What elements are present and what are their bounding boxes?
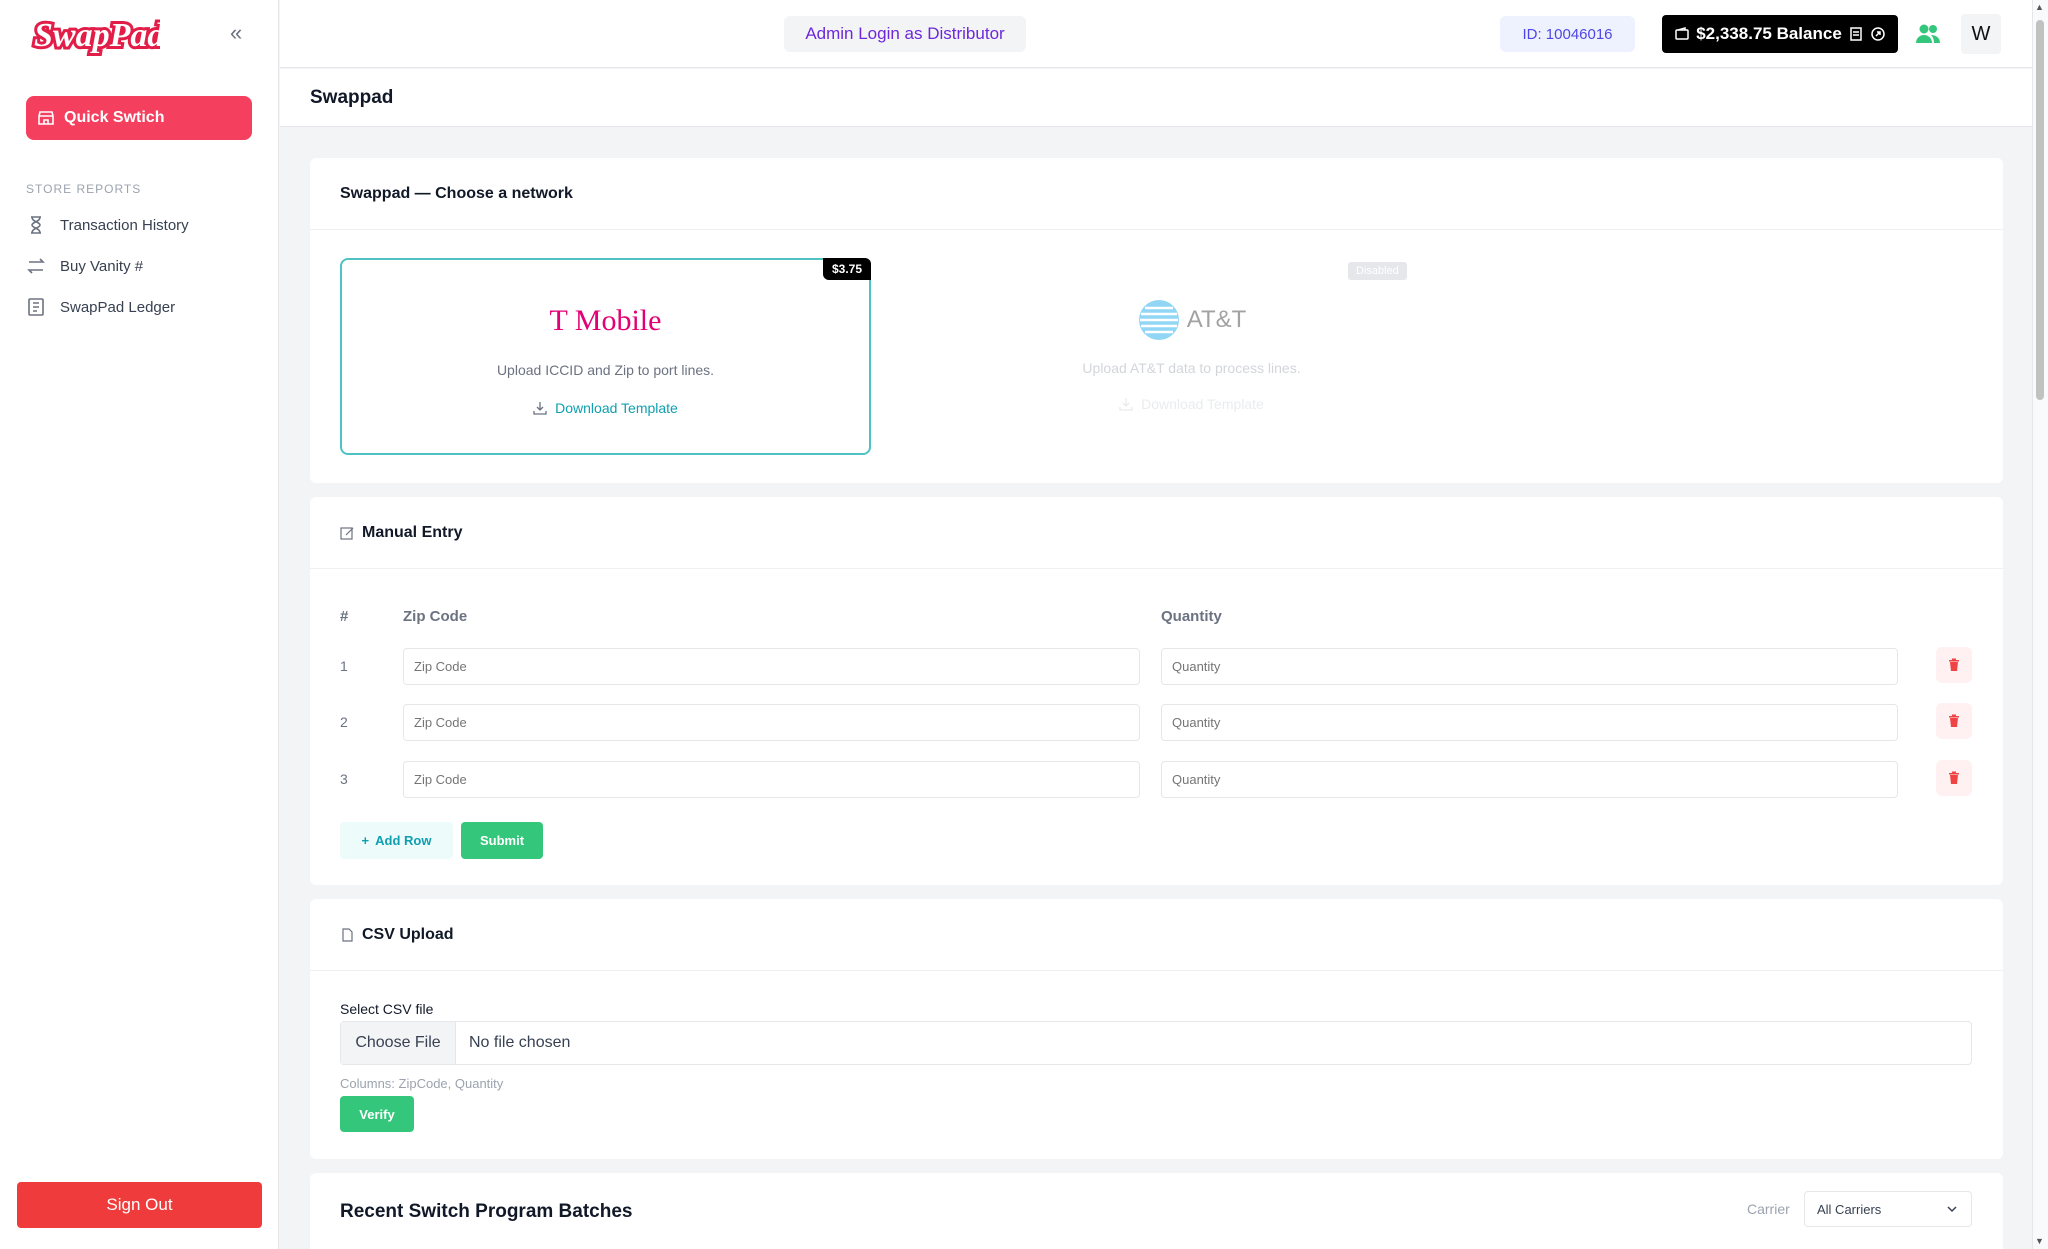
sidebar-item-label: SwapPad Ledger bbox=[60, 298, 176, 316]
quick-switch-button[interactable]: Quick Swtich bbox=[26, 96, 252, 140]
delete-row-button[interactable] bbox=[1936, 703, 1972, 739]
carrier-select-value: All Carriers bbox=[1817, 1201, 1882, 1217]
top-bar: Admin Login as Distributor ID: 10046016 … bbox=[280, 0, 2032, 68]
zip-code-input[interactable] bbox=[403, 648, 1140, 685]
trash-icon bbox=[1949, 714, 1959, 727]
att-logo-text: AT&T bbox=[1186, 306, 1247, 333]
csv-upload-heading-text: CSV Upload bbox=[362, 925, 454, 943]
att-logo: AT&T bbox=[926, 298, 1457, 342]
scrollbar-thumb[interactable] bbox=[2036, 20, 2044, 400]
download-icon bbox=[1119, 398, 1133, 411]
download-label: Download Template bbox=[1141, 396, 1264, 412]
row-number: 2 bbox=[340, 714, 348, 730]
delete-row-button[interactable] bbox=[1936, 760, 1972, 796]
manual-entry-card: Manual Entry # Zip Code Quantity 1 2 3 +… bbox=[310, 497, 2003, 885]
select-csv-label: Select CSV file bbox=[340, 1001, 434, 1017]
csv-upload-card: CSV Upload Select CSV file Choose File N… bbox=[310, 899, 2003, 1159]
balance-button[interactable]: $2,338.75 Balance bbox=[1662, 15, 1898, 53]
swappad-logo[interactable]: SwapPad bbox=[30, 10, 160, 60]
csv-upload-heading: CSV Upload bbox=[310, 899, 2003, 971]
add-row-label: Add Row bbox=[375, 833, 432, 848]
network-card: Swappad — Choose a network $3.75 T Mobil… bbox=[310, 158, 2003, 483]
tmobile-description: Upload ICCID and Zip to port lines. bbox=[496, 362, 715, 378]
att-description: Upload AT&T data to process lines. bbox=[1082, 360, 1301, 376]
quantity-input[interactable] bbox=[1161, 704, 1898, 741]
chevron-down-icon bbox=[1947, 1206, 1957, 1213]
att-option: AT&T Upload AT&T data to process lines. … bbox=[926, 258, 1457, 455]
verify-button[interactable]: Verify bbox=[340, 1096, 414, 1132]
col-header-num: # bbox=[340, 608, 349, 625]
att-download-template-link: Download Template bbox=[926, 396, 1457, 412]
sidebar-item-buy-vanity[interactable]: Buy Vanity # bbox=[26, 254, 143, 278]
store-reports-heading: STORE REPORTS bbox=[26, 182, 142, 196]
page-header: Swappad bbox=[280, 69, 2032, 127]
submit-button[interactable]: Submit bbox=[461, 822, 543, 859]
carrier-label: Carrier bbox=[1747, 1201, 1790, 1217]
avatar[interactable]: W bbox=[1961, 14, 2001, 54]
plus-icon: + bbox=[361, 833, 370, 848]
csv-columns-hint: Columns: ZipCode, Quantity bbox=[340, 1076, 504, 1091]
col-header-zip: Zip Code bbox=[403, 608, 468, 625]
quick-switch-label: Quick Swtich bbox=[64, 109, 165, 126]
manual-entry-heading-text: Manual Entry bbox=[362, 523, 463, 541]
users-icon[interactable] bbox=[1914, 20, 1942, 48]
ledger-icon bbox=[28, 298, 44, 316]
col-header-qty: Quantity bbox=[1161, 608, 1222, 625]
page-title: Swappad bbox=[310, 87, 394, 108]
sidebar-item-swappad-ledger[interactable]: SwapPad Ledger bbox=[26, 295, 175, 319]
hourglass-icon bbox=[31, 216, 41, 234]
batches-title: Recent Switch Program Batches bbox=[340, 1201, 633, 1222]
sidebar: SwapPad « Quick Swtich STORE REPORTS Tra… bbox=[0, 0, 279, 1249]
price-badge: $3.75 bbox=[822, 258, 871, 280]
trash-icon bbox=[1949, 771, 1959, 784]
carrier-select[interactable]: All Carriers bbox=[1804, 1191, 1972, 1227]
refresh-icon[interactable] bbox=[1870, 26, 1886, 42]
scroll-up-arrow-icon[interactable]: ▲ bbox=[2035, 2, 2044, 12]
manual-entry-heading: Manual Entry bbox=[310, 497, 2003, 569]
file-icon bbox=[342, 927, 353, 942]
store-icon bbox=[38, 111, 54, 125]
scroll-down-arrow-icon[interactable]: ▼ bbox=[2035, 1236, 2044, 1246]
delete-row-button[interactable] bbox=[1936, 647, 1972, 683]
sidebar-item-label: Buy Vanity # bbox=[60, 257, 144, 275]
collapse-sidebar-icon[interactable]: « bbox=[230, 22, 242, 44]
swap-arrows-icon bbox=[27, 258, 45, 274]
batches-card: Recent Switch Program Batches Carrier Al… bbox=[310, 1173, 2003, 1249]
row-number: 1 bbox=[340, 658, 348, 674]
download-icon bbox=[533, 402, 547, 415]
csv-file-input[interactable]: Choose File No file chosen bbox=[340, 1021, 1972, 1065]
admin-login-badge[interactable]: Admin Login as Distributor bbox=[784, 16, 1026, 52]
zip-code-input[interactable] bbox=[403, 761, 1140, 798]
add-row-button[interactable]: + Add Row bbox=[340, 822, 453, 859]
tmobile-option[interactable]: $3.75 T Mobile Upload ICCID and Zip to p… bbox=[340, 258, 871, 455]
receipt-icon[interactable] bbox=[1848, 26, 1864, 42]
wallet-icon bbox=[1675, 27, 1689, 40]
row-number: 3 bbox=[340, 771, 348, 787]
logo-wordmark: SwapPad bbox=[34, 17, 160, 54]
att-globe-icon bbox=[1138, 300, 1179, 340]
download-label: Download Template bbox=[555, 400, 678, 416]
sidebar-item-label: Transaction History bbox=[60, 216, 189, 234]
quantity-input[interactable] bbox=[1161, 761, 1898, 798]
trash-icon bbox=[1949, 658, 1959, 671]
file-name-text: No file chosen bbox=[469, 1034, 571, 1051]
balance-label: $2,338.75 Balance bbox=[1696, 24, 1842, 43]
account-id-badge: ID: 10046016 bbox=[1500, 16, 1635, 52]
tmobile-logo: T Mobile bbox=[549, 304, 662, 337]
sign-out-button[interactable]: Sign Out bbox=[17, 1182, 262, 1228]
choose-file-button[interactable]: Choose File bbox=[341, 1022, 456, 1064]
quantity-input[interactable] bbox=[1161, 648, 1898, 685]
sidebar-item-transaction-history[interactable]: Transaction History bbox=[26, 213, 189, 237]
tmobile-download-template-link[interactable]: Download Template bbox=[342, 400, 869, 416]
zip-code-input[interactable] bbox=[403, 704, 1140, 741]
edit-icon bbox=[340, 526, 354, 540]
network-options: $3.75 T Mobile Upload ICCID and Zip to p… bbox=[310, 158, 2003, 483]
